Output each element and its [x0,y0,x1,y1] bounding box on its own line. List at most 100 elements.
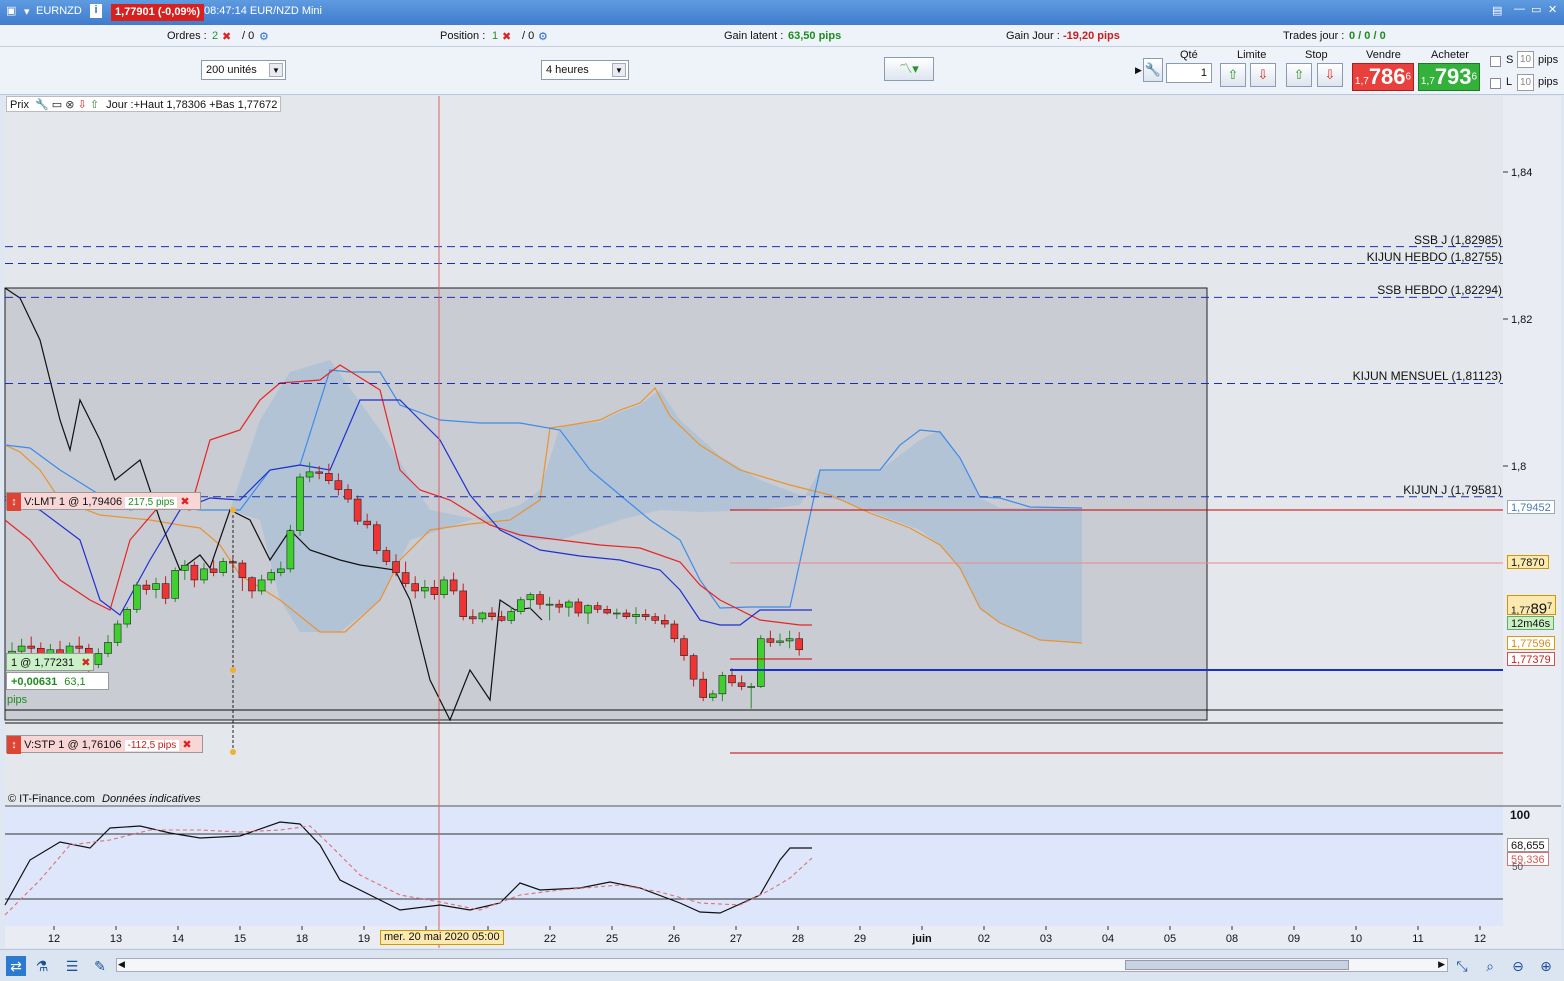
candle-body [133,584,141,610]
candle-body [622,612,631,617]
stop-order-pips: -112,5 pips [124,740,180,751]
candle-body [651,616,660,621]
edit-list-icon[interactable]: ✎ [90,956,110,976]
candle-body [632,614,640,617]
candle-body [593,605,602,610]
level-label: SSB HEBDO (1,82294) [1377,283,1502,298]
position-tag[interactable]: 1 @ 1,77231 ✖ [6,653,94,671]
candle-body [353,498,362,522]
close-position-icon[interactable]: ✖ [81,657,90,669]
list-icon[interactable]: ☰ [62,956,82,976]
order-marker [230,749,236,755]
x-tick-label: 04 [1102,933,1114,945]
candle-body [324,473,333,482]
candle-body [728,675,736,684]
level-label: SSB J (1,82985) [1413,232,1502,247]
candle-body [411,583,420,592]
x-tick-label: 26 [668,933,680,945]
x-tick-label: 15 [234,933,246,945]
x-tick-label: 12 [48,933,60,945]
x-tick-label: 14 [172,933,184,945]
x-tick-label: 09 [1288,933,1300,945]
cancel-order-icon[interactable]: ✖ [180,496,189,508]
candle-body [286,530,295,570]
candle-body [545,603,554,606]
candle-body [113,623,122,643]
current-price-tag: 1,77897 [1507,595,1557,618]
cur-price-sup: 7 [1547,601,1553,611]
candle-body [795,638,804,651]
drag-handle-icon[interactable]: ↕ [7,493,21,511]
wrench-icon[interactable]: 🔧 [35,99,49,111]
candle-body [699,678,708,698]
position-label: 1 @ 1,77231 [11,657,75,669]
candle-body [478,612,487,620]
level-label: KIJUN MENSUEL (1,81123) [1352,369,1502,384]
candle-body [574,601,583,614]
y-tick-label: 1,82 [1511,314,1532,326]
candle-body [209,568,218,573]
level-label: KIJUN HEBDO (1,82755) [1366,249,1502,264]
indicator-settings-icon[interactable]: ⚗ [32,956,52,976]
y-tick-label: 1,84 [1511,167,1532,179]
candle-body [142,584,151,590]
candle-body [152,583,160,590]
candle-body [564,601,573,608]
zoom-out-icon[interactable]: ⊖ [1508,956,1528,976]
candle-body [94,653,103,665]
price-chart[interactable]: 1,841,821,8 12131415181921222526272829ju… [0,0,1564,949]
zoom-in-icon[interactable]: ⊕ [1536,956,1556,976]
y-tick-label: 1,8 [1511,461,1526,473]
x-tick-label: 19 [358,933,370,945]
limit-order-tag[interactable]: ↕ V:LMT 1 @ 1,79406 217,5 pips ✖ [6,492,201,511]
candle-body [161,583,170,599]
candle-body [536,594,544,605]
limit-order-label: V:LMT 1 @ 1,79406 [24,496,123,508]
share-icon[interactable]: ⇄ [6,956,26,976]
price-tag-limit: 1,79452 [1507,500,1555,514]
candle-body [641,614,650,617]
price-tag-ssa: 1,77596 [1507,636,1555,650]
cancel-order-icon[interactable]: ✖ [182,739,191,751]
close-icon[interactable]: ⊗ [65,99,74,111]
x-tick-label: 29 [854,933,866,945]
candle-body [315,471,324,474]
price-tag-1-7870: 1,7870 [1507,555,1549,569]
candle-body [248,577,256,592]
osc-top-label: 100 [1510,808,1531,822]
scroll-left-icon[interactable]: ◀ [118,959,125,970]
zoom-fit-icon[interactable]: ⌕ [1480,956,1500,976]
candle-body [401,572,410,584]
x-tick-label: 27 [730,933,742,945]
buy-small-icon[interactable]: ⇧ [90,99,99,111]
candle-body [420,586,429,592]
stop-order-tag[interactable]: ↕ V:STP 1 @ 1,76106 -112,5 pips ✖ [6,735,203,754]
candle-body [670,623,679,640]
candle-body [603,609,612,614]
sell-small-icon[interactable]: ⇩ [78,99,87,111]
candle-body [440,579,448,595]
candle-body [488,612,496,617]
candle-body [296,476,304,531]
candle-body [776,640,784,643]
position-gain: +0,00631 [11,676,58,688]
level-label: KIJUN J (1,79581) [1403,482,1502,497]
scroll-thumb[interactable] [1125,960,1349,970]
candle-body [660,620,669,625]
chart-header: Prix 🔧 ▭ ⊗ ⇩ ⇧ Jour :+Haut 1,78306 +Bas … [6,96,282,112]
cur-price-small: 1,77 [1511,605,1531,617]
candle-body [555,603,564,608]
oscillator-panel [5,806,1503,926]
candle-body [747,686,756,688]
x-tick-label: 11 [1412,933,1423,945]
x-tick-label: 12 [1474,933,1486,945]
drag-handle-icon[interactable]: ↕ [7,736,21,754]
candle-body [181,564,189,571]
auto-scale-icon[interactable]: ⤡ [1452,956,1472,976]
horizontal-scrollbar[interactable]: ◀ ▶ [116,958,1448,972]
candle-body [104,642,112,654]
scroll-right-icon[interactable]: ▶ [1438,959,1445,970]
window-icon[interactable]: ▭ [52,99,62,111]
candle-body [459,590,468,617]
candle-body [516,599,525,612]
